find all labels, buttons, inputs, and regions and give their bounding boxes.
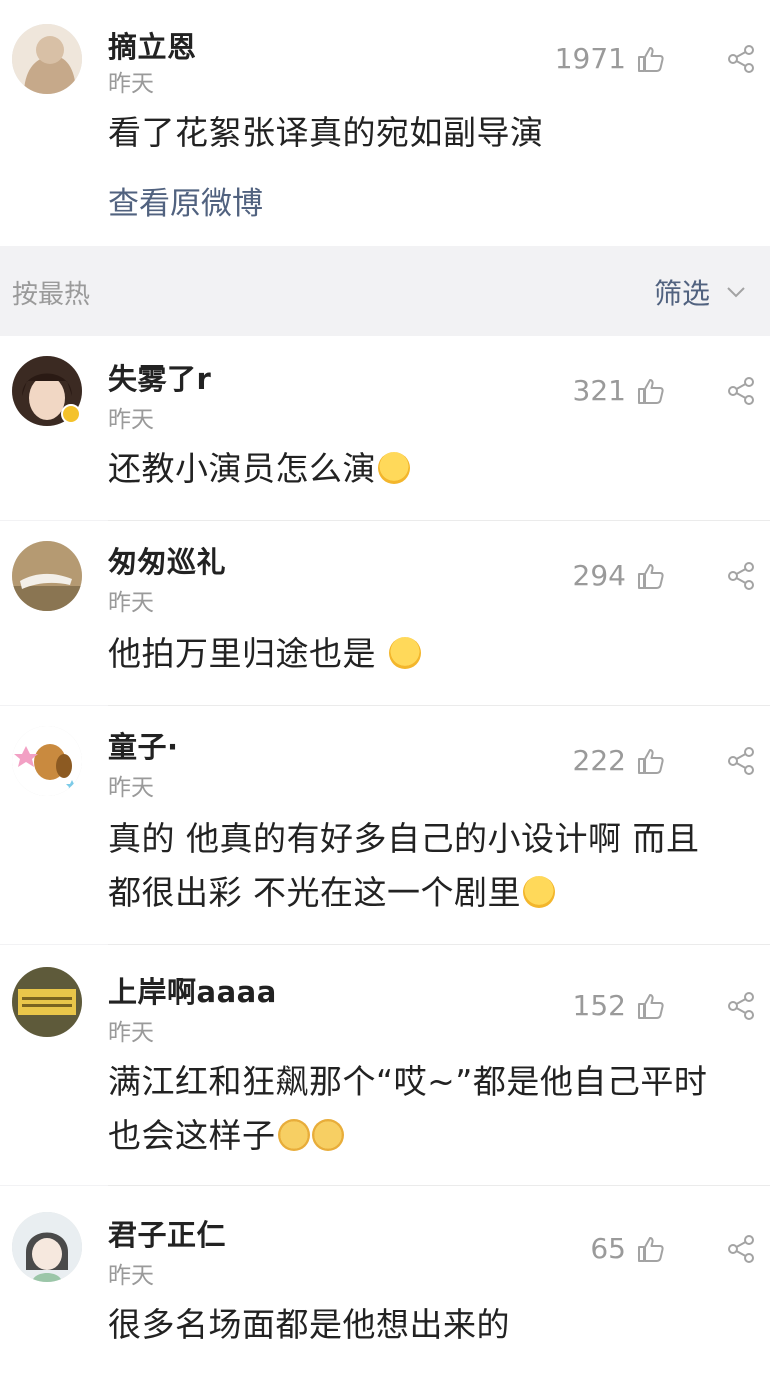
comment-text: 看了花絮张译真的宛如副导演 [108,113,544,152]
view-original-link[interactable]: 查看原微博 [108,178,263,223]
thumbs-up-icon [636,376,666,406]
crying-face-icon [389,637,421,669]
share-icon[interactable] [726,746,756,776]
comment-line: 他拍万里归途也是 [108,634,387,673]
comment-item: 童子· 昨天 222 真的 他真的有好多自己的小设计啊 而且 都很出彩 不光在这… [0,706,770,944]
timestamp: 昨天 [108,1263,154,1289]
thumbs-up-icon [636,561,666,591]
like-button[interactable]: 222 [573,744,666,777]
comment-line: 满江红和狂飙那个“哎~”都是他自己平时 [108,1062,708,1101]
comment-item: 失雾了r 昨天 321 还教小演员怎么演 [0,336,770,520]
username[interactable]: 君子正仁 [108,1212,226,1254]
username[interactable]: 上岸啊aaaa [108,969,277,1011]
filter-button[interactable]: 筛选 [654,272,748,312]
like-count: 152 [572,989,626,1022]
chevron-down-icon [727,287,745,298]
username[interactable]: 失雾了r [108,356,211,398]
share-icon[interactable] [726,376,756,406]
username[interactable]: 匆匆巡礼 [108,539,226,581]
filter-label: 筛选 [653,277,710,310]
avatar[interactable] [12,356,82,426]
comment-item: 君子正仁 昨天 65 很多名场面都是他想出来的 [0,1186,770,1386]
comment-line: 还教小演员怎么演 [108,449,376,488]
crying-face-icon [523,876,555,908]
username[interactable]: 摘立恩 [108,24,197,66]
comment-text: 还教小演员怎么演 [108,442,740,496]
timestamp: 昨天 [108,407,154,433]
like-count: 1971 [554,42,626,75]
comment-text: 他拍万里归途也是 [108,627,740,681]
like-count: 321 [572,374,626,407]
username[interactable]: 童子· [108,724,179,766]
like-button[interactable]: 321 [573,374,666,407]
sort-hot-label[interactable]: 按最热 [12,274,90,311]
comment-item: 匆匆巡礼 昨天 294 他拍万里归途也是 [0,521,770,705]
timestamp: 昨天 [108,775,154,801]
comment-item: 上岸啊aaaa 昨天 152 满江红和狂飙那个“哎~”都是他自己平时 也会这样子 [0,945,770,1185]
thumbs-up-icon [636,1234,666,1264]
like-button[interactable]: 294 [573,559,666,592]
thumbs-up-icon [636,44,666,74]
comment-text: 很多名场面都是他想出来的 [108,1298,740,1352]
avatar[interactable] [12,726,82,796]
original-post: 摘立恩 昨天 1971 看了花絮张译真的宛如副导演 查看原微博 [0,0,770,246]
like-count: 65 [590,1232,626,1265]
share-icon[interactable] [726,44,756,74]
share-icon[interactable] [726,991,756,1021]
cat-face-icon [277,1119,310,1151]
timestamp: 昨天 [108,590,154,616]
avatar[interactable] [12,1212,82,1282]
like-button[interactable]: 1971 [555,42,666,75]
cat-face-icon [311,1119,344,1151]
comment-line: 真的 他真的有好多自己的小设计啊 而且 [108,819,700,858]
timestamp: 昨天 [108,1020,154,1046]
comment-line: 很多名场面都是他想出来的 [108,1305,510,1344]
verified-badge-icon [61,404,81,424]
like-count: 294 [572,559,626,592]
avatar[interactable] [12,24,82,94]
sort-bar: 按最热 筛选 [0,246,770,336]
crying-face-icon [378,452,410,484]
thumbs-up-icon [636,746,666,776]
comment-line: 都很出彩 不光在这一个剧里 [108,873,521,912]
share-icon[interactable] [726,561,756,591]
like-button[interactable]: 65 [590,1232,666,1265]
like-button[interactable]: 152 [573,989,666,1022]
comment-line: 也会这样子 [108,1116,276,1155]
thumbs-up-icon [636,991,666,1021]
share-icon[interactable] [726,1234,756,1264]
comment-text: 满江红和狂飙那个“哎~”都是他自己平时 也会这样子 [108,1055,740,1163]
avatar[interactable] [12,967,82,1037]
avatar[interactable] [12,541,82,611]
timestamp: 昨天 [108,71,154,97]
like-count: 222 [572,744,626,777]
comment-text: 真的 他真的有好多自己的小设计啊 而且 都很出彩 不光在这一个剧里 [108,812,740,920]
